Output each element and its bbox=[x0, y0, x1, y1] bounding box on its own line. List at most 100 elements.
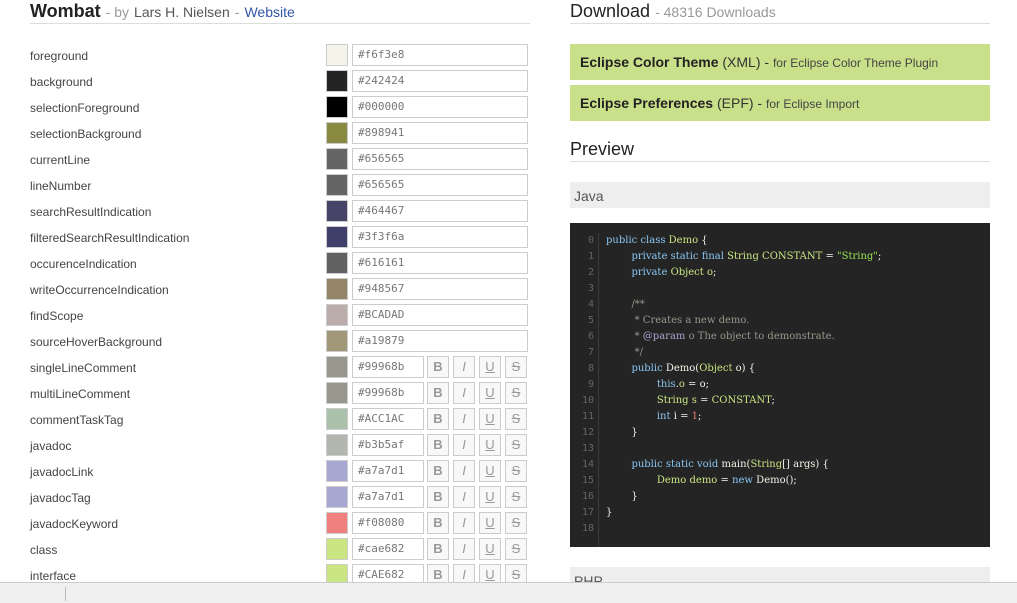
code-line: String s = CONSTANT; bbox=[656, 395, 775, 406]
italic-toggle-button[interactable]: I bbox=[453, 512, 475, 534]
setting-row-writeOccurrenceIndication: writeOccurrenceIndication #948567 bbox=[0, 277, 540, 303]
strikethrough-toggle-button[interactable]: S bbox=[505, 382, 527, 404]
line-number: 4 bbox=[587, 299, 594, 310]
line-number: 3 bbox=[587, 283, 594, 294]
color-hex-input[interactable]: #a7a7d1 bbox=[352, 460, 424, 482]
tab-java[interactable]: Java bbox=[570, 182, 990, 208]
bold-toggle-button[interactable]: B bbox=[427, 512, 449, 534]
download-xml-button[interactable]: Eclipse Color Theme (XML) - for Eclipse … bbox=[570, 44, 990, 80]
setting-row-currentLine: currentLine #656565 bbox=[0, 147, 540, 173]
setting-row-javadocTag: javadocTag #a7a7d1 B I U S bbox=[0, 485, 540, 511]
website-link[interactable]: Website bbox=[244, 4, 294, 20]
underline-toggle-button[interactable]: U bbox=[479, 382, 501, 404]
download-epf-button[interactable]: Eclipse Preferences (EPF) - for Eclipse … bbox=[570, 85, 990, 121]
setting-label: class bbox=[30, 543, 58, 557]
color-hex-input[interactable]: #3f3f6a bbox=[352, 226, 528, 248]
italic-toggle-button[interactable]: I bbox=[453, 408, 475, 430]
color-swatch[interactable] bbox=[326, 356, 348, 378]
italic-toggle-button[interactable]: I bbox=[453, 382, 475, 404]
underline-toggle-button[interactable]: U bbox=[479, 408, 501, 430]
color-swatch[interactable] bbox=[326, 330, 348, 352]
color-hex-input[interactable]: #f08080 bbox=[352, 512, 424, 534]
underline-toggle-button[interactable]: U bbox=[479, 356, 501, 378]
color-hex-input[interactable]: #b3b5af bbox=[352, 434, 424, 456]
strikethrough-toggle-button[interactable]: S bbox=[505, 460, 527, 482]
bold-toggle-button[interactable]: B bbox=[427, 486, 449, 508]
underline-toggle-button[interactable]: U bbox=[479, 512, 501, 534]
color-hex-input[interactable]: #cae682 bbox=[352, 538, 424, 560]
color-hex-input[interactable]: #a19879 bbox=[352, 330, 528, 352]
color-swatch[interactable] bbox=[326, 486, 348, 508]
color-swatch[interactable] bbox=[326, 148, 348, 170]
setting-label: javadocKeyword bbox=[30, 517, 119, 531]
download-epf-name: Eclipse Preferences bbox=[580, 95, 714, 111]
strikethrough-toggle-button[interactable]: S bbox=[505, 434, 527, 456]
color-swatch[interactable] bbox=[326, 252, 348, 274]
color-hex-input[interactable]: #656565 bbox=[352, 148, 528, 170]
bold-toggle-button[interactable]: B bbox=[427, 434, 449, 456]
color-hex-input[interactable]: #898941 bbox=[352, 122, 528, 144]
line-number: 9 bbox=[587, 379, 594, 390]
underline-toggle-button[interactable]: U bbox=[479, 460, 501, 482]
color-swatch[interactable] bbox=[326, 538, 348, 560]
color-swatch[interactable] bbox=[326, 408, 348, 430]
setting-label: findScope bbox=[30, 309, 84, 323]
strikethrough-toggle-button[interactable]: S bbox=[505, 486, 527, 508]
underline-toggle-button[interactable]: U bbox=[479, 486, 501, 508]
underline-toggle-button[interactable]: U bbox=[479, 434, 501, 456]
bold-toggle-button[interactable]: B bbox=[427, 356, 449, 378]
italic-toggle-button[interactable]: I bbox=[453, 434, 475, 456]
italic-toggle-button[interactable]: I bbox=[453, 486, 475, 508]
setting-row-filteredSearchResultIndication: filteredSearchResultIndication #3f3f6a bbox=[0, 225, 540, 251]
italic-toggle-button[interactable]: I bbox=[453, 460, 475, 482]
bold-toggle-button[interactable]: B bbox=[427, 538, 449, 560]
theme-editor: Wombat - by Lars H. Nielsen - Website fo… bbox=[0, 0, 540, 602]
color-swatch[interactable] bbox=[326, 174, 348, 196]
color-hex-input[interactable]: #99968b bbox=[352, 356, 424, 378]
tab-java-label: Java bbox=[574, 188, 604, 204]
color-hex-input[interactable]: #ACC1AC bbox=[352, 408, 424, 430]
color-swatch[interactable] bbox=[326, 96, 348, 118]
color-swatch[interactable] bbox=[326, 70, 348, 92]
strikethrough-toggle-button[interactable]: S bbox=[505, 356, 527, 378]
code-line: this.o = o; bbox=[656, 379, 710, 390]
color-hex-input[interactable]: #f6f3e8 bbox=[352, 44, 528, 66]
strikethrough-toggle-button[interactable]: S bbox=[505, 538, 527, 560]
color-swatch[interactable] bbox=[326, 200, 348, 222]
color-swatch[interactable] bbox=[326, 304, 348, 326]
strikethrough-toggle-button[interactable]: S bbox=[505, 408, 527, 430]
setting-label: interface bbox=[30, 569, 77, 583]
color-hex-input[interactable]: #948567 bbox=[352, 278, 528, 300]
color-hex-input[interactable]: #99968b bbox=[352, 382, 424, 404]
download-xml-name: Eclipse Color Theme bbox=[580, 54, 719, 70]
italic-toggle-button[interactable]: I bbox=[453, 538, 475, 560]
strikethrough-toggle-button[interactable]: S bbox=[505, 512, 527, 534]
color-hex-input[interactable]: #656565 bbox=[352, 174, 528, 196]
preview-divider bbox=[570, 161, 990, 162]
color-hex-input[interactable]: #a7a7d1 bbox=[352, 486, 424, 508]
setting-label: commentTaskTag bbox=[30, 413, 124, 427]
line-number: 13 bbox=[581, 443, 594, 454]
color-swatch[interactable] bbox=[326, 382, 348, 404]
underline-toggle-button[interactable]: U bbox=[479, 538, 501, 560]
italic-toggle-button[interactable]: I bbox=[453, 356, 475, 378]
color-swatch[interactable] bbox=[326, 122, 348, 144]
code-line: Demo demo = new Demo(); bbox=[656, 475, 797, 486]
color-hex-input[interactable]: #BCADAD bbox=[352, 304, 528, 326]
bold-toggle-button[interactable]: B bbox=[427, 408, 449, 430]
color-swatch[interactable] bbox=[326, 44, 348, 66]
color-swatch[interactable] bbox=[326, 278, 348, 300]
code-preview: 0 1 2 3 4 5 6 7 8 9 10 11 12 13 14 15 16 17 18 public clas… bbox=[570, 223, 990, 547]
line-number: 10 bbox=[581, 395, 594, 406]
color-hex-input[interactable]: #464467 bbox=[352, 200, 528, 222]
color-swatch[interactable] bbox=[326, 460, 348, 482]
bold-toggle-button[interactable]: B bbox=[427, 382, 449, 404]
color-hex-input[interactable]: #000000 bbox=[352, 96, 528, 118]
color-swatch[interactable] bbox=[326, 434, 348, 456]
color-hex-input[interactable]: #616161 bbox=[352, 252, 528, 274]
setting-row-occurenceIndication: occurenceIndication #616161 bbox=[0, 251, 540, 277]
color-swatch[interactable] bbox=[326, 512, 348, 534]
bold-toggle-button[interactable]: B bbox=[427, 460, 449, 482]
color-swatch[interactable] bbox=[326, 226, 348, 248]
color-hex-input[interactable]: #242424 bbox=[352, 70, 528, 92]
